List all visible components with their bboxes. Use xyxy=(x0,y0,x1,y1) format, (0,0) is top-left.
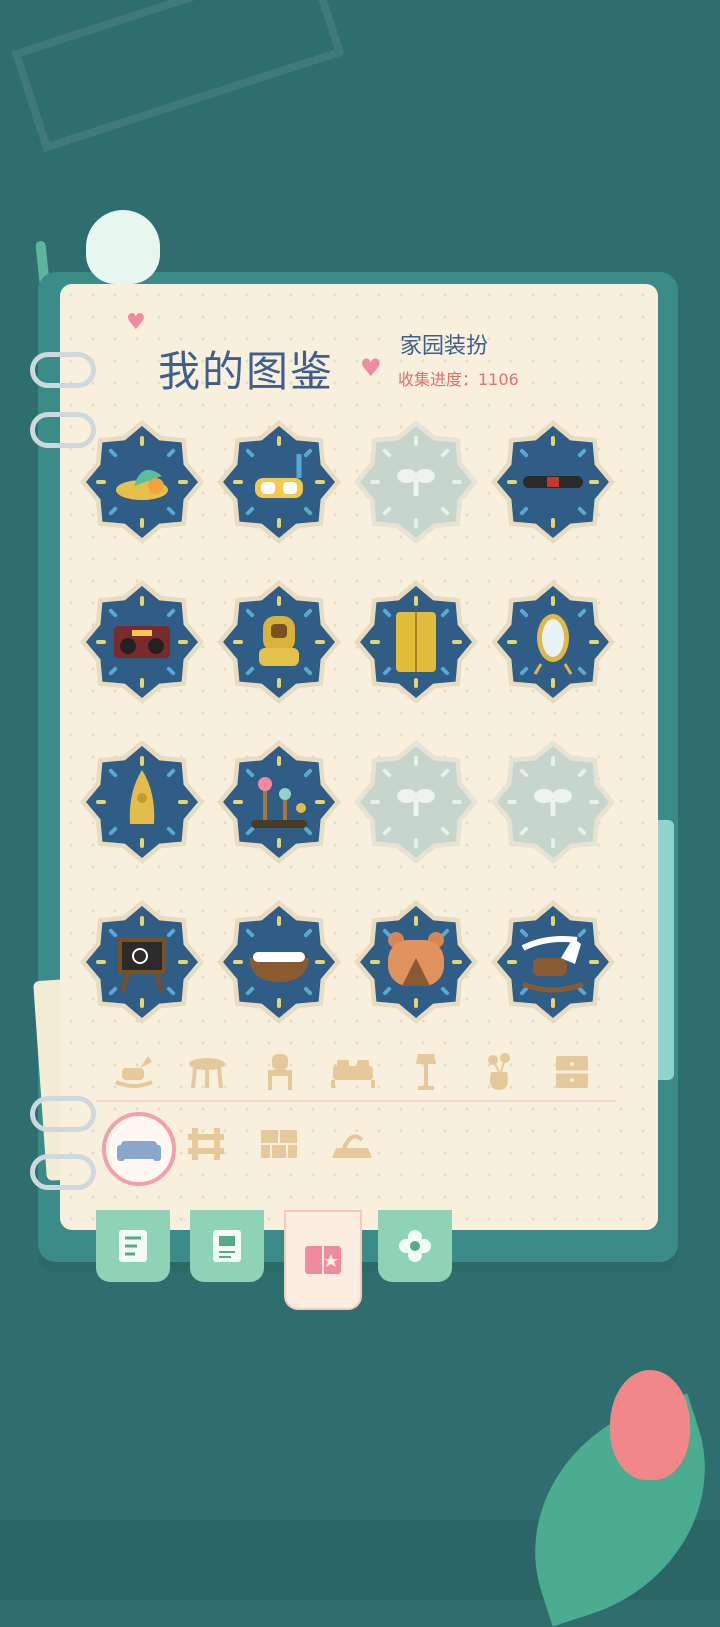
filter-fence[interactable] xyxy=(182,1120,230,1168)
diving-goggles-icon xyxy=(255,454,303,498)
page-title: ♥ 我的图鉴 ♥ xyxy=(120,310,382,398)
tab-flower[interactable] xyxy=(378,1210,452,1282)
subcategory-filter-row xyxy=(96,1112,616,1186)
collection-slot[interactable] xyxy=(491,580,615,704)
rocket-icon xyxy=(129,770,155,824)
skateboard-icon xyxy=(523,476,583,488)
cabinet-icon xyxy=(556,1056,588,1088)
tab-photo-album[interactable] xyxy=(190,1210,264,1282)
vase-icon xyxy=(488,1053,510,1090)
filter-sofa[interactable] xyxy=(102,1112,176,1186)
collection-slot[interactable] xyxy=(80,900,204,1024)
wall-icon xyxy=(261,1130,297,1158)
tab-collection-book[interactable] xyxy=(284,1210,362,1310)
collection-slot[interactable] xyxy=(354,900,478,1024)
collection-slot[interactable] xyxy=(80,420,204,544)
filter-rocking-horse[interactable] xyxy=(110,1048,158,1096)
filter-wall[interactable] xyxy=(255,1120,303,1168)
bathtub-icon xyxy=(249,952,309,982)
collection-slot-locked[interactable] xyxy=(354,740,478,864)
filter-vase[interactable] xyxy=(475,1048,523,1096)
title-text: 我的图鉴 xyxy=(158,347,335,396)
sofa-icon xyxy=(117,1141,161,1161)
collection-progress: 收集进度：1106 xyxy=(398,370,519,389)
flower-icon xyxy=(399,1230,431,1262)
heart-icon: ♥ xyxy=(126,310,146,335)
bed-icon xyxy=(331,1060,375,1088)
rocking-horse-icon xyxy=(115,1056,153,1088)
collection-slot-locked[interactable] xyxy=(354,420,478,544)
filter-chair[interactable] xyxy=(256,1048,304,1096)
collection-slot[interactable] xyxy=(354,580,478,704)
refrigerator-icon xyxy=(396,612,436,672)
floor-lamp-icon xyxy=(416,1054,436,1090)
collection-slot[interactable] xyxy=(217,420,341,544)
journal-icon xyxy=(119,1230,147,1262)
filter-bed[interactable] xyxy=(329,1048,377,1096)
filter-stool[interactable] xyxy=(183,1048,231,1096)
tab-journal[interactable] xyxy=(96,1210,170,1282)
filter-cabinet[interactable] xyxy=(548,1048,596,1096)
stool-icon xyxy=(189,1058,225,1089)
collection-slot[interactable] xyxy=(217,580,341,704)
boombox-icon xyxy=(114,626,170,658)
locked-sprout-icon xyxy=(397,789,435,816)
leaf-boat-icon xyxy=(116,469,168,500)
locked-sprout-icon xyxy=(534,789,572,816)
chalkboard-icon xyxy=(118,938,166,993)
collection-slot[interactable] xyxy=(80,580,204,704)
collection-slot[interactable] xyxy=(80,740,204,864)
rocking-horse-icon xyxy=(521,936,584,993)
flower-bud-decoration xyxy=(86,210,160,284)
bear-pet-bed-icon xyxy=(388,932,444,986)
floor-icon xyxy=(332,1134,372,1158)
chair-icon xyxy=(268,1054,292,1090)
collection-slot[interactable] xyxy=(217,900,341,1024)
locked-sprout-icon xyxy=(397,469,435,496)
filter-floor[interactable] xyxy=(328,1120,376,1168)
collection-book-icon xyxy=(305,1246,341,1274)
tulip-decoration xyxy=(610,1370,690,1480)
collection-slot[interactable] xyxy=(491,900,615,1024)
binder-ring xyxy=(30,1096,96,1132)
heart-icon: ♥ xyxy=(360,354,382,382)
category-name: 家园装扮 xyxy=(400,334,489,359)
collection-slot[interactable] xyxy=(217,740,341,864)
collection-slot-locked[interactable] xyxy=(491,740,615,864)
fence-icon xyxy=(188,1128,224,1160)
category-filter-row xyxy=(96,1048,616,1102)
background-paper xyxy=(11,0,345,153)
standing-mirror-icon xyxy=(533,614,573,675)
collection-slot[interactable] xyxy=(491,420,615,544)
photo-album-icon xyxy=(213,1230,241,1262)
mushroom-lamp-icon xyxy=(251,777,307,828)
binder-ring xyxy=(30,352,96,388)
filter-floor-lamp[interactable] xyxy=(402,1048,450,1096)
binder-ring xyxy=(30,1154,96,1190)
golden-chair-icon xyxy=(259,616,299,666)
